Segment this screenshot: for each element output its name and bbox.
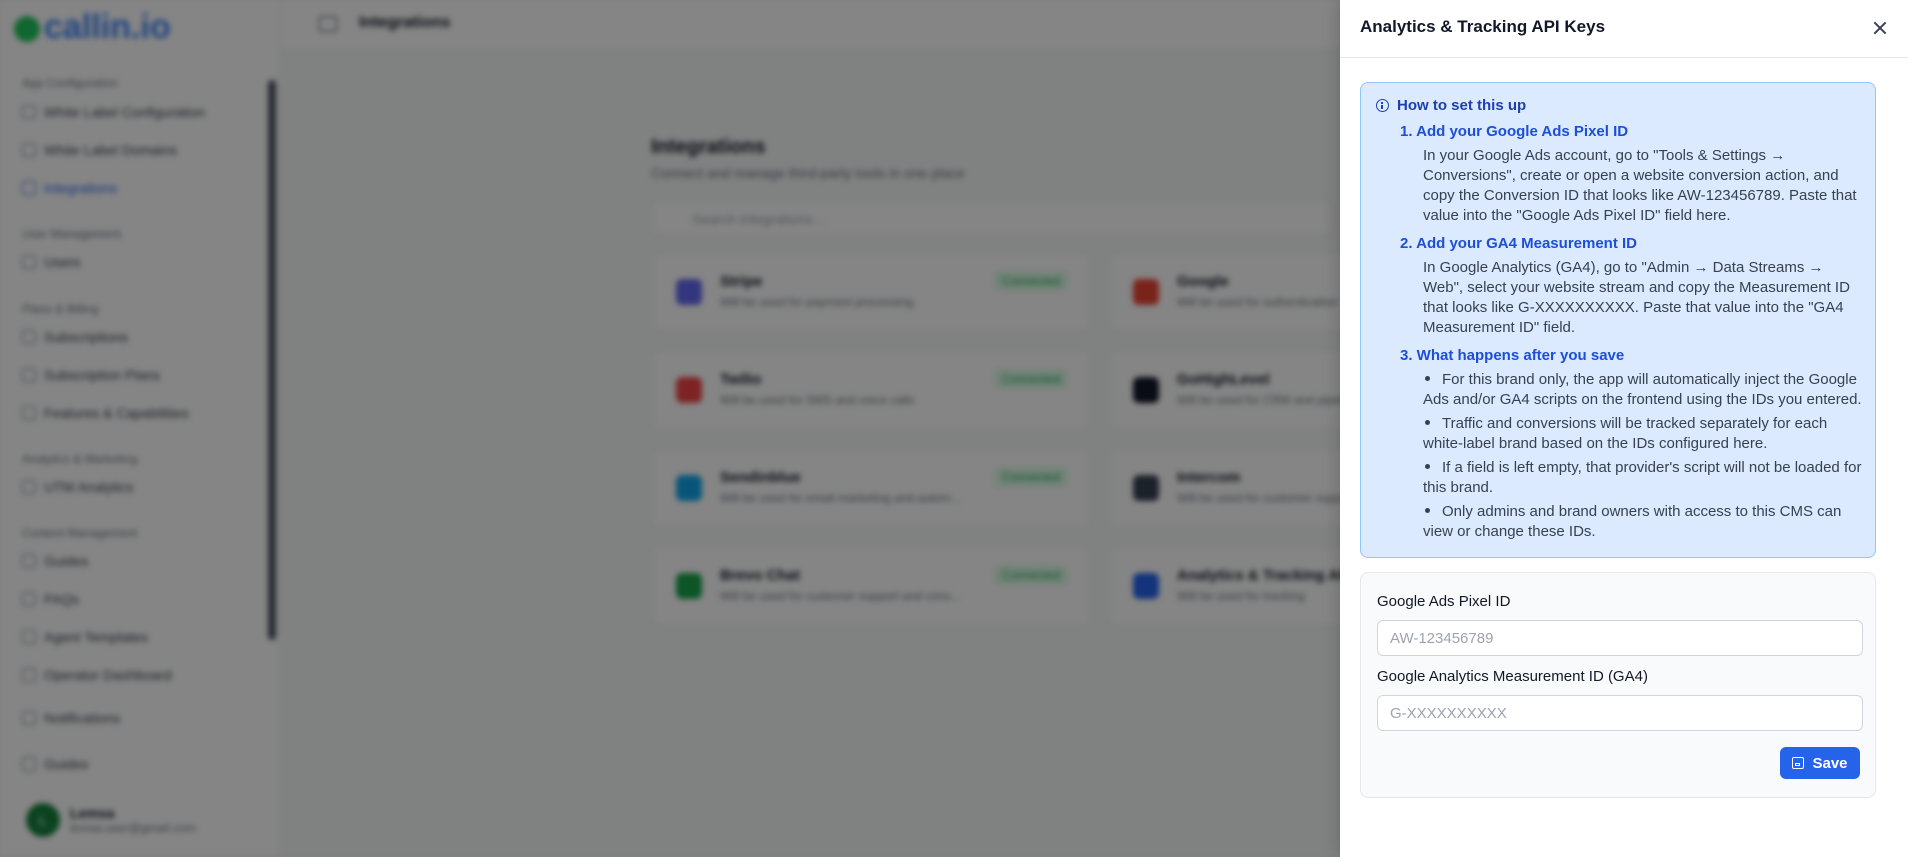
step-title: 1. Add your Google Ads Pixel ID xyxy=(1400,123,1629,140)
setup-step-3: 3. What happens after you save For this … xyxy=(1400,347,1870,546)
google-ads-pixel-input[interactable] xyxy=(1377,620,1863,656)
step-body: In Google Analytics (GA4), go to "Admin … xyxy=(1423,259,1850,336)
api-keys-panel: Analytics & Tracking API Keys How to set… xyxy=(1340,0,1908,857)
close-icon[interactable] xyxy=(1868,16,1892,40)
list-item: If a field is left empty, that provider'… xyxy=(1423,459,1862,496)
google-ads-pixel-label: Google Ads Pixel ID xyxy=(1377,593,1511,610)
save-button-label: Save xyxy=(1812,754,1848,772)
list-item: For this brand only, the app will automa… xyxy=(1423,371,1862,408)
ga4-measurement-label: Google Analytics Measurement ID (GA4) xyxy=(1377,668,1648,685)
save-icon xyxy=(1792,757,1805,769)
step-bullets: For this brand only, the app will automa… xyxy=(1423,370,1863,542)
info-heading-text: How to set this up xyxy=(1397,97,1527,114)
step-title: 2. Add your GA4 Measurement ID xyxy=(1400,235,1637,252)
setup-info-box: How to set this up 1. Add your Google Ad… xyxy=(1360,82,1876,558)
save-button[interactable]: Save xyxy=(1780,747,1860,779)
api-keys-form: Google Ads Pixel ID Google Analytics Mea… xyxy=(1360,572,1876,798)
info-heading: How to set this up xyxy=(1376,97,1526,114)
setup-step-1: 1. Add your Google Ads Pixel ID In your … xyxy=(1400,123,1870,226)
setup-step-2: 2. Add your GA4 Measurement ID In Google… xyxy=(1400,235,1870,338)
list-item: Only admins and brand owners with access… xyxy=(1423,503,1842,540)
ga4-measurement-input[interactable] xyxy=(1377,695,1863,731)
step-body: In your Google Ads account, go to "Tools… xyxy=(1423,147,1857,224)
step-title: 3. What happens after you save xyxy=(1400,347,1625,364)
panel-header: Analytics & Tracking API Keys xyxy=(1340,0,1908,58)
list-item: Traffic and conversions will be tracked … xyxy=(1423,415,1828,452)
panel-title: Analytics & Tracking API Keys xyxy=(1360,17,1606,36)
modal-backdrop[interactable] xyxy=(0,0,1340,857)
info-icon xyxy=(1376,99,1389,112)
